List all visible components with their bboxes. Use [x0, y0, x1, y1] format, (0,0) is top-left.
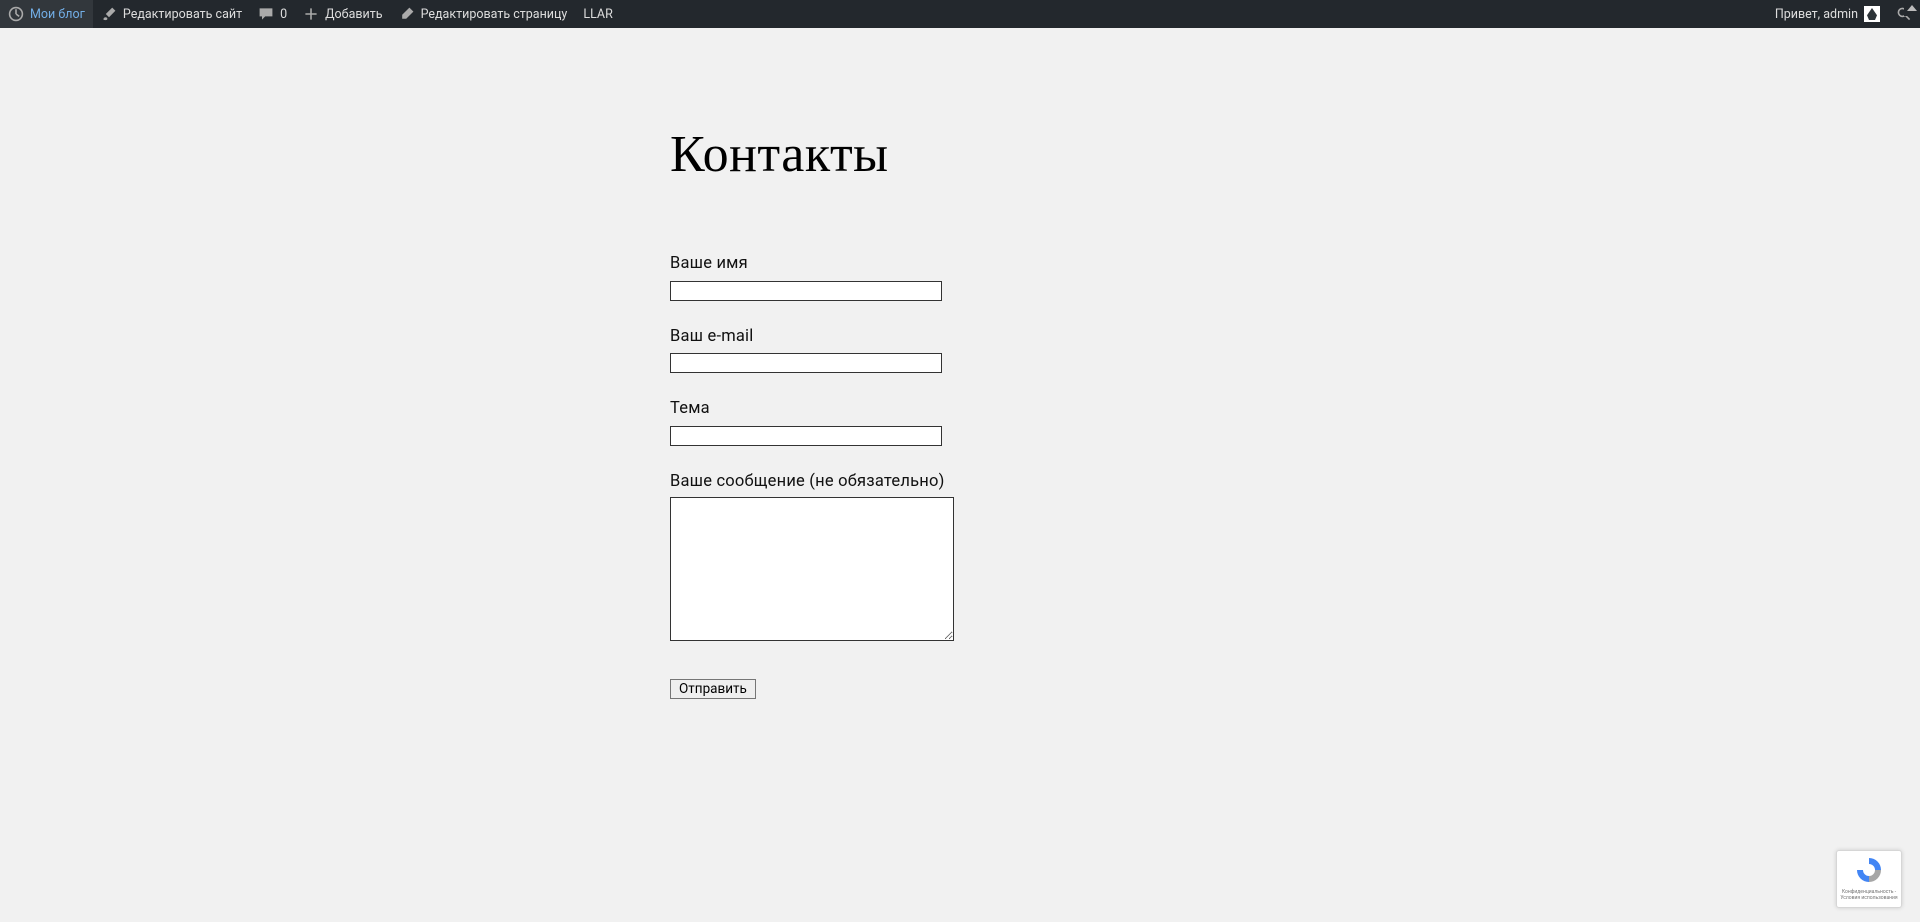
form-row-message: Ваше сообщение (не обязательно) [670, 472, 1250, 645]
contact-form: Ваше имя Ваш e-mail Тема Ваше сообщение … [670, 254, 1250, 699]
name-label: Ваше имя [670, 254, 1250, 273]
email-label: Ваш e-mail [670, 327, 1250, 346]
adminbar-new-link[interactable]: Добавить [295, 0, 390, 28]
adminbar-spacer [621, 0, 1767, 28]
pencil-icon [399, 6, 415, 22]
adminbar-llar-link[interactable]: LLAR [575, 0, 620, 28]
admin-bar: Мои блог Редактировать сайт 0 Добавить Р [0, 0, 1920, 28]
plus-icon [303, 6, 319, 22]
subject-input[interactable] [670, 426, 942, 446]
adminbar-customize-label: Редактировать сайт [123, 7, 242, 22]
adminbar-comments-link[interactable]: 0 [250, 0, 295, 28]
page-content: Контакты Ваше имя Ваш e-mail Тема Ваше с… [670, 0, 1250, 779]
adminbar-site-link[interactable]: Мои блог [0, 0, 93, 28]
brush-icon [101, 6, 117, 22]
recaptcha-badge[interactable]: Конфиденциальность - Условия использован… [1836, 850, 1902, 908]
form-row-name: Ваше имя [670, 254, 1250, 301]
admin-bar-right: Привет, admin [1767, 0, 1920, 28]
subject-label: Тема [670, 399, 1250, 418]
adminbar-edit-page-label: Редактировать страницу [421, 7, 568, 22]
avatar-icon [1864, 6, 1880, 22]
adminbar-account-link[interactable]: Привет, admin [1767, 0, 1888, 28]
adminbar-new-label: Добавить [325, 7, 382, 22]
form-row-email: Ваш e-mail [670, 327, 1250, 374]
submit-button[interactable]: Отправить [670, 679, 756, 699]
adminbar-edit-page-link[interactable]: Редактировать страницу [391, 0, 576, 28]
adminbar-comments-count: 0 [280, 7, 287, 22]
recaptcha-line2: Условия использования [1840, 895, 1897, 901]
recaptcha-text: Конфиденциальность - Условия использован… [1840, 889, 1897, 901]
adminbar-llar-label: LLAR [583, 7, 612, 22]
form-row-subject: Тема [670, 399, 1250, 446]
page-title: Контакты [670, 125, 1250, 184]
adminbar-greeting: Привет, admin [1775, 7, 1858, 22]
dashboard-icon [8, 6, 24, 22]
message-label: Ваше сообщение (не обязательно) [670, 472, 1250, 491]
recaptcha-icon [1854, 855, 1884, 887]
adminbar-site-name: Мои блог [30, 7, 85, 22]
email-input[interactable] [670, 353, 942, 373]
name-input[interactable] [670, 281, 942, 301]
adminbar-customize-link[interactable]: Редактировать сайт [93, 0, 250, 28]
scroll-up-button[interactable] [1904, 0, 1920, 16]
message-textarea[interactable] [670, 497, 954, 641]
comment-icon [258, 6, 274, 22]
admin-bar-left: Мои блог Редактировать сайт 0 Добавить Р [0, 0, 621, 28]
